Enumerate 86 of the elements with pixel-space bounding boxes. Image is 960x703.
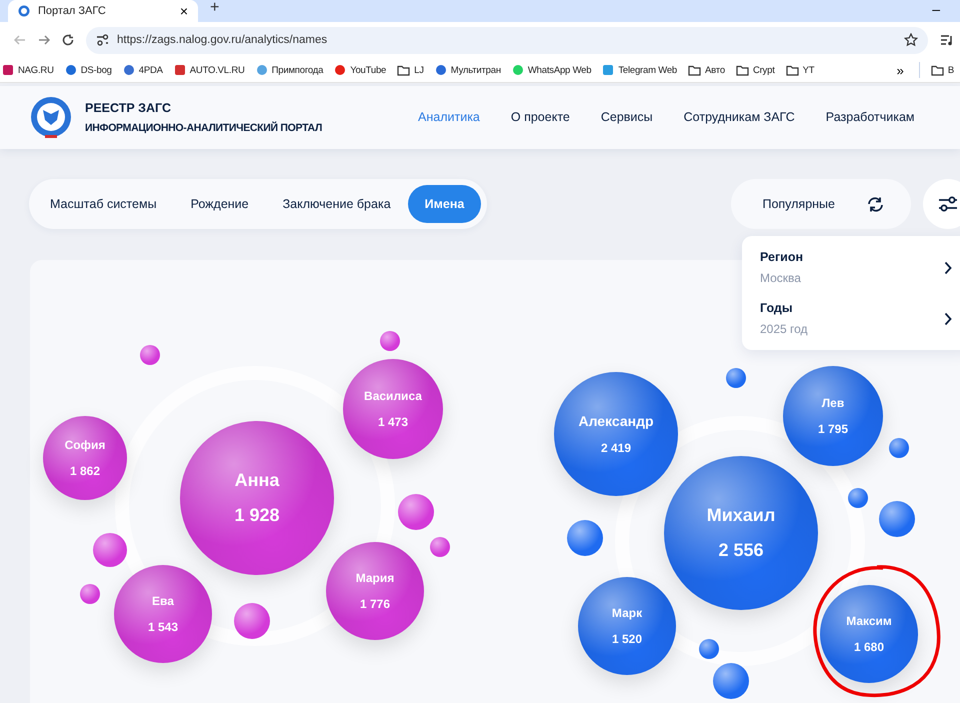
section-tab[interactable]: Рождение [174, 185, 266, 223]
bookmark[interactable]: WhatsApp Web [512, 64, 592, 76]
name-label: София [64, 438, 106, 452]
address-bar[interactable]: https://zags.nalog.gov.ru/analytics/names [86, 26, 928, 54]
chevron-right-icon [944, 260, 952, 274]
filter-label: Регион [760, 250, 804, 264]
portal-subtitle: ИНФОРМАЦИОННО-АНАЛИТИЧЕСКИЙ ПОРТАЛ [85, 122, 322, 134]
bookmark[interactable]: AUTO.VL.RU [174, 64, 245, 76]
close-tab-button[interactable]: × [180, 3, 188, 19]
filter-option[interactable]: Регион Москва [742, 242, 960, 293]
section-tab[interactable]: Масштаб системы [33, 185, 174, 223]
star-icon[interactable] [904, 33, 918, 47]
bookmark[interactable]: Telegram Web [602, 64, 678, 76]
site-settings-icon[interactable] [96, 34, 109, 46]
folder-icon [786, 64, 799, 76]
bookmark[interactable]: YT [786, 64, 814, 76]
site-favicon-icon [602, 64, 614, 76]
bookmark[interactable]: NAG.RU [2, 64, 54, 76]
name-label: Василиса [364, 389, 422, 403]
name-label: Михаил [706, 505, 776, 526]
name-count: 2 556 [718, 540, 764, 561]
name-label: Анна [234, 470, 280, 491]
bookmark[interactable]: DS-bog [64, 64, 112, 76]
section-tab[interactable]: Заключение брака [266, 185, 408, 223]
site-favicon-icon [434, 64, 447, 76]
bookmark[interactable]: LJ [397, 64, 424, 76]
nav-link[interactable]: Сотрудникам ЗАГС [684, 110, 795, 124]
name-label: Александр [578, 413, 654, 429]
name-count: 1 520 [612, 632, 642, 646]
section-tab[interactable]: Имена [408, 185, 482, 223]
filter-label: Годы [760, 301, 794, 315]
site-favicon-icon [174, 64, 186, 76]
filter-value: Москва [760, 271, 802, 285]
site-favicon-icon [334, 64, 346, 76]
minimize-button[interactable]: – [926, 0, 946, 18]
name-count: 1 776 [360, 597, 390, 611]
bookmark[interactable]: Мультитран [434, 64, 501, 76]
folder-icon [688, 64, 702, 76]
bookmark[interactable]: B [930, 64, 954, 76]
name-count: 1 473 [378, 415, 408, 429]
media-control-icon[interactable] [940, 34, 954, 46]
emblem-logo-icon [29, 96, 73, 140]
site-favicon-icon [256, 64, 268, 76]
nav-link[interactable]: Аналитика [418, 110, 480, 124]
sort-button[interactable]: Популярные [731, 179, 911, 229]
name-count: 2 419 [600, 441, 632, 455]
filter-value: 2025 год [760, 322, 809, 336]
bookmark[interactable]: Crypt [736, 64, 775, 76]
name-label: Максим [846, 614, 892, 628]
folder-icon [930, 64, 944, 76]
name-label: Лев [822, 396, 844, 410]
tab-title: Портал ЗАГС [38, 5, 107, 17]
site-favicon-icon [18, 5, 30, 17]
name-count: 1 680 [854, 640, 884, 654]
name-count: 1 543 [148, 620, 178, 634]
name-count: 1 928 [234, 505, 280, 526]
bookmark[interactable]: YouTube [334, 64, 386, 76]
filter-option[interactable]: Годы 2025 год [742, 293, 960, 344]
bookmark[interactable]: 4PDA [122, 64, 163, 76]
site-favicon-icon [64, 64, 77, 76]
bookmark[interactable]: Примпогода [256, 64, 324, 76]
reload-icon[interactable] [62, 34, 74, 46]
folder-icon [397, 64, 410, 76]
name-count: 1 862 [70, 464, 100, 478]
nav-link[interactable]: Сервисы [600, 110, 653, 124]
more-bookmarks-button[interactable]: » [892, 62, 908, 78]
bookmark[interactable]: Авто [688, 64, 725, 76]
name-label: Ева [152, 594, 174, 608]
new-tab-button[interactable]: + [204, 0, 226, 18]
name-label: Мария [356, 571, 394, 585]
site-favicon-icon [2, 64, 14, 76]
name-count: 1 795 [818, 422, 848, 436]
filter-sliders-icon [938, 196, 958, 212]
url-text: https://zags.nalog.gov.ru/analytics/names [117, 34, 328, 46]
nav-link[interactable]: О проекте [510, 110, 570, 124]
portal-title: РЕЕСТР ЗАГС [85, 101, 172, 115]
nav-link[interactable]: Разработчикам [826, 110, 915, 124]
forward-arrow-icon[interactable] [38, 34, 50, 46]
refresh-icon [867, 196, 884, 212]
site-favicon-icon [512, 64, 524, 76]
site-favicon-icon [122, 64, 135, 76]
filter-button[interactable] [923, 179, 960, 229]
chevron-right-icon [944, 312, 952, 326]
name-label: Марк [612, 606, 642, 620]
folder-icon [736, 64, 749, 76]
browser-tab[interactable]: Портал ЗАГС × [8, 0, 198, 22]
